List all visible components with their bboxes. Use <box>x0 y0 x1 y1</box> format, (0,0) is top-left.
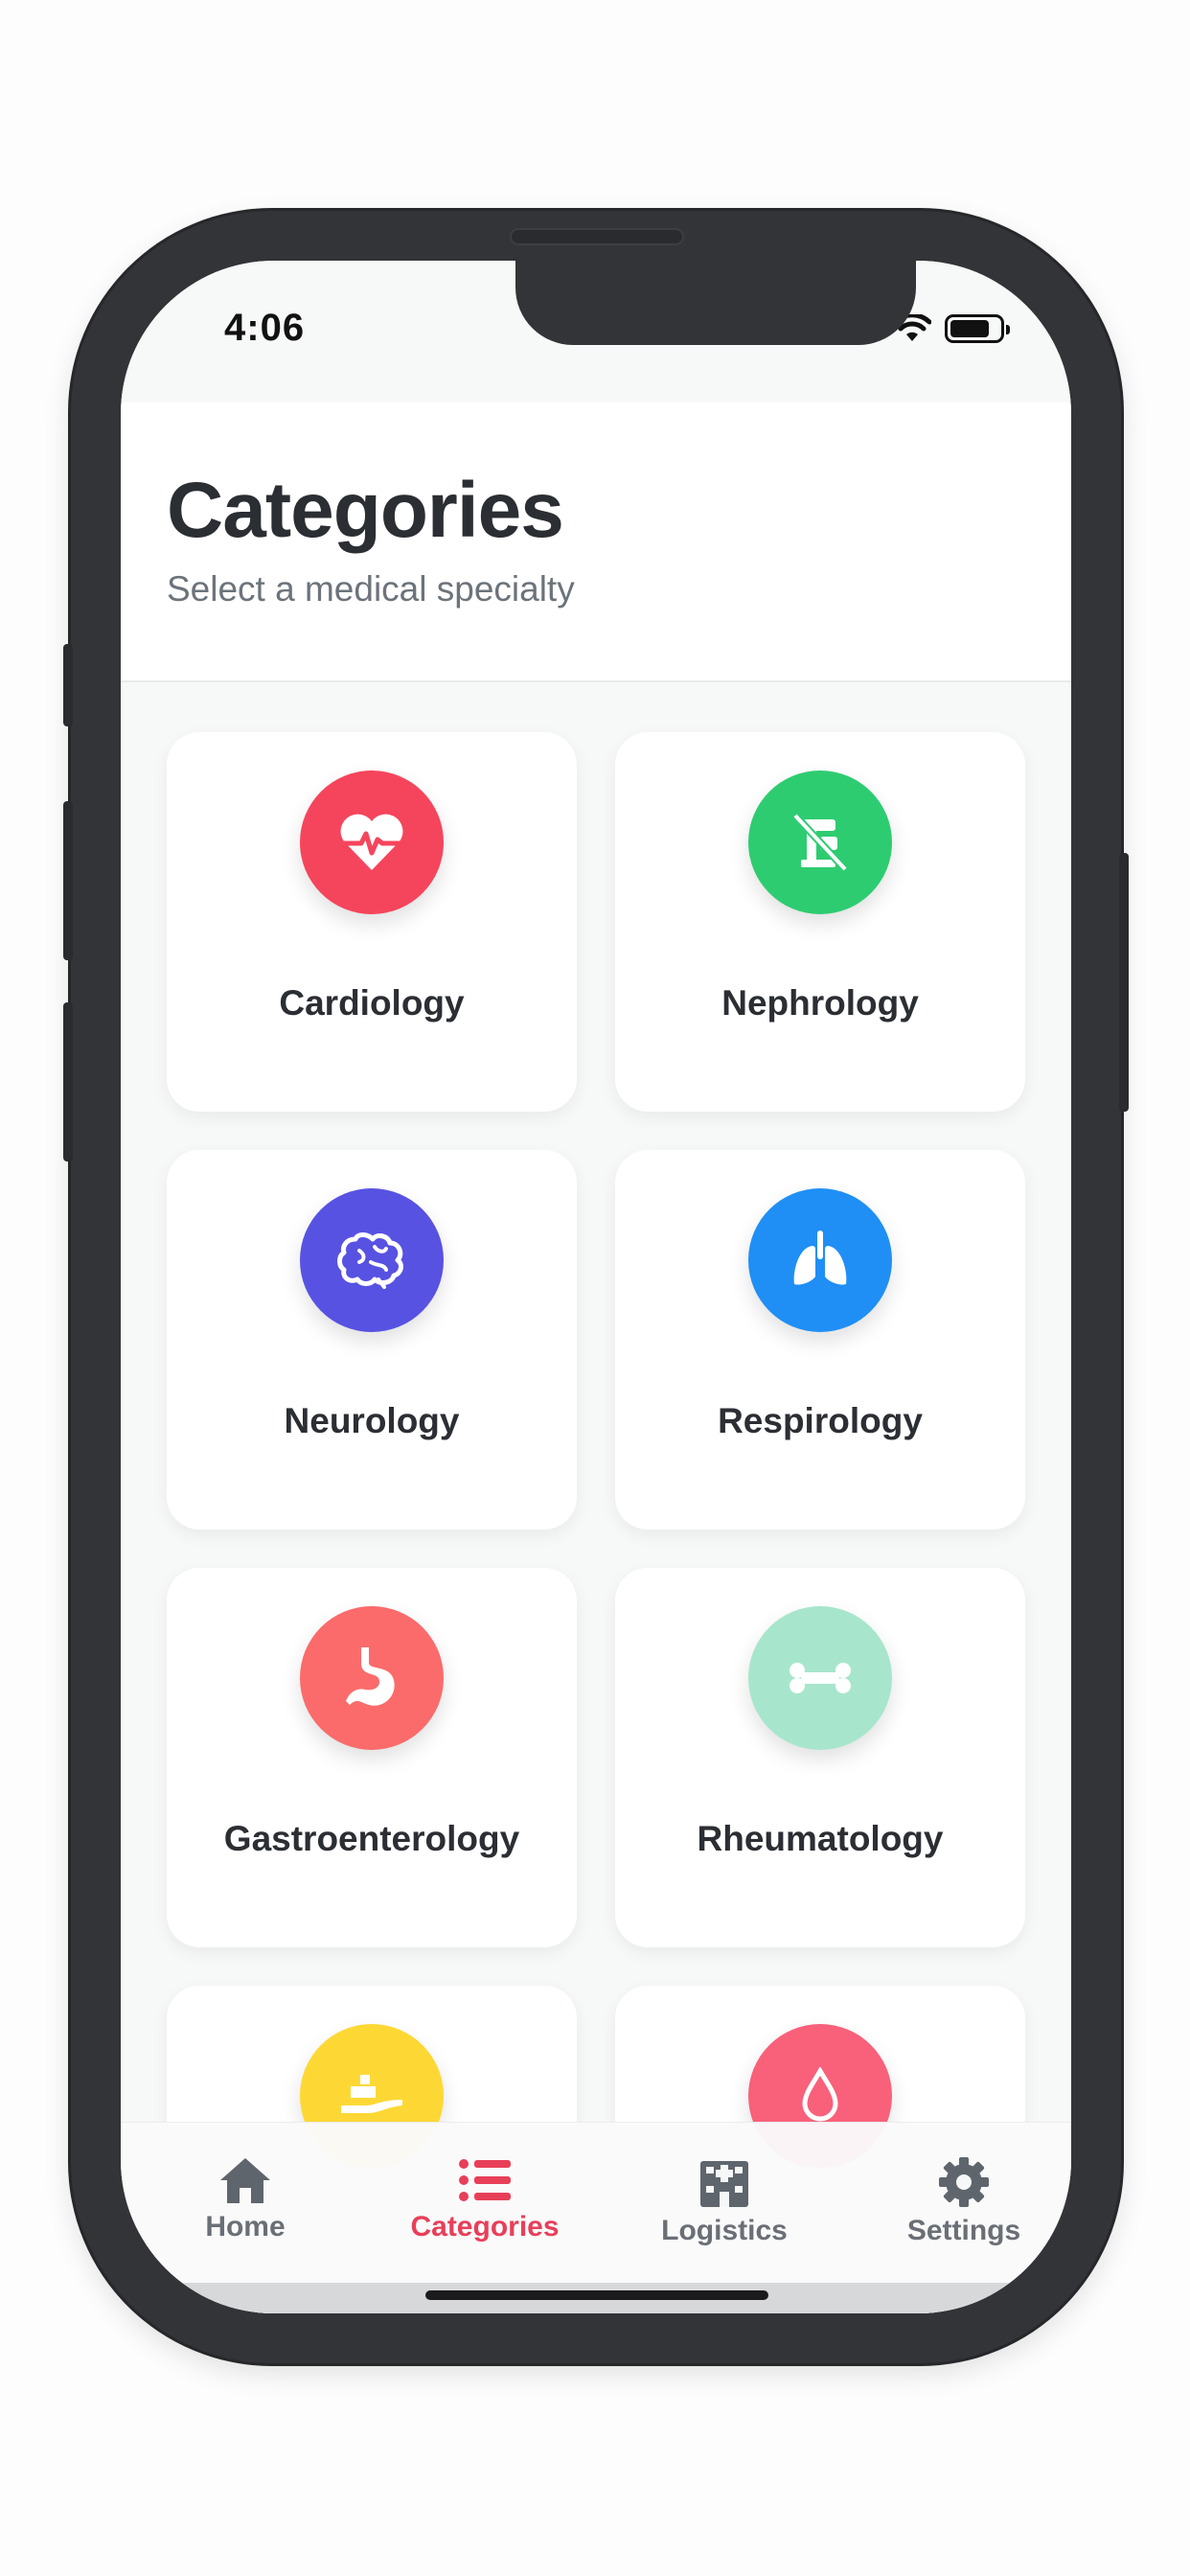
power-button <box>1119 853 1129 1112</box>
notch <box>515 261 916 345</box>
tab-label: Settings <box>906 2215 1021 2246</box>
category-label: Respirology <box>718 1401 923 1440</box>
category-grid: Cardiology Nephrology Neurology Respirol… <box>121 682 1071 2313</box>
category-label: Neurology <box>284 1401 460 1440</box>
tab-categories[interactable]: Categories <box>379 2155 590 2243</box>
category-label: Gastroenterology <box>223 1819 520 1858</box>
home-icon <box>220 2158 270 2203</box>
earpiece-speaker <box>510 228 684 245</box>
mute-switch <box>63 644 73 726</box>
tab-home[interactable]: Home <box>140 2155 351 2243</box>
volume-down-button <box>63 1002 73 1162</box>
category-card-respirology[interactable]: Respirology <box>615 1150 1025 1530</box>
category-card-neurology[interactable]: Neurology <box>167 1150 577 1530</box>
bone-icon <box>748 1606 892 1750</box>
tab-settings[interactable]: Settings <box>858 2155 1069 2247</box>
category-label: Cardiology <box>279 983 465 1023</box>
phone-screen: 4:06 Categories Select a medical special… <box>121 261 1071 2313</box>
battery-icon <box>945 314 1010 343</box>
page-header: Categories Select a medical specialty <box>121 402 1071 682</box>
list-icon <box>459 2159 511 2201</box>
lungs-icon <box>748 1188 892 1332</box>
volume-up-button <box>63 801 73 960</box>
category-card-nephrology[interactable]: Nephrology <box>615 732 1025 1112</box>
tab-label: Categories <box>410 2211 560 2242</box>
kidney-machine-icon <box>748 770 892 914</box>
category-card-rheumatology[interactable]: Rheumatology <box>615 1568 1025 1947</box>
category-label: Nephrology <box>721 983 919 1023</box>
tab-label: Home <box>205 2211 286 2242</box>
category-label: Rheumatology <box>697 1819 944 1858</box>
home-indicator[interactable] <box>425 2290 768 2300</box>
status-time: 4:06 <box>224 307 306 349</box>
stomach-icon <box>300 1606 444 1750</box>
page-title: Categories <box>167 467 564 554</box>
category-card-cardiology[interactable]: Cardiology <box>167 732 577 1112</box>
category-card-gastroenterology[interactable]: Gastroenterology <box>167 1568 577 1947</box>
gear-icon <box>939 2157 989 2207</box>
brain-icon <box>300 1188 444 1332</box>
hospital-icon <box>700 2161 748 2207</box>
tab-logistics[interactable]: Logistics <box>619 2155 830 2247</box>
tab-label: Logistics <box>661 2215 788 2246</box>
heart-pulse-icon <box>300 770 444 914</box>
page-subtitle: Select a medical specialty <box>167 569 575 609</box>
